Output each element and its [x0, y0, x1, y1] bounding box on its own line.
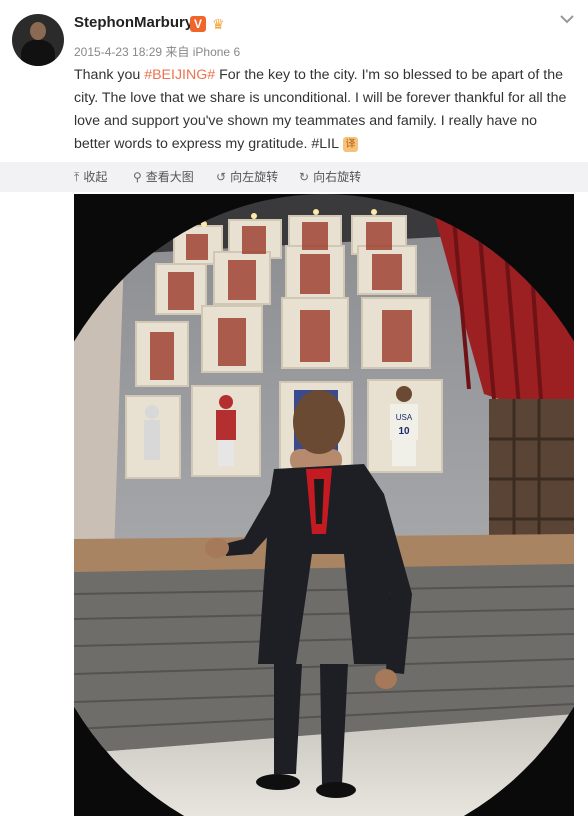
rotate-left-icon: ↺ [216, 170, 227, 184]
photo-illustration: USA 10 [74, 194, 574, 816]
rotate-right-label: 向右旋转 [313, 170, 362, 184]
collapse-icon: ⤒ [74, 170, 80, 184]
view-large-label: 查看大图 [145, 170, 194, 184]
collapse-button[interactable]: ⤒ 收起 [74, 162, 107, 192]
rotate-left-label: 向左旋转 [230, 170, 279, 184]
avatar-body [21, 40, 55, 66]
image-toolbar: ⤒ 收起 ⚲ 查看大图 ↺ 向左旋转 ↻ 向右旋转 [0, 162, 588, 192]
post-header: StephonMarbury V ♛ 2015-4-23 18:29 来自 iP… [0, 0, 588, 160]
post-text-part1: Thank you [74, 67, 145, 83]
rotate-right-icon: ↻ [299, 170, 310, 184]
crown-icon: ♛ [212, 16, 225, 32]
chevron-down-icon[interactable] [558, 10, 576, 28]
view-large-button[interactable]: ⚲ 查看大图 [133, 162, 194, 192]
post-photo[interactable]: USA 10 [74, 194, 574, 816]
jersey-number-text: 10 [398, 426, 410, 437]
verified-badge-icon: V [190, 16, 206, 32]
avatar-head [30, 22, 46, 40]
collapse-label: 收起 [83, 170, 108, 184]
post-meta: 2015-4-23 18:29 来自 iPhone 6 [74, 45, 241, 59]
avatar[interactable] [12, 14, 64, 66]
hashtag-link[interactable]: #BEIJING# [144, 67, 215, 83]
username[interactable]: StephonMarbury [74, 14, 193, 31]
search-icon: ⚲ [133, 170, 142, 184]
rotate-left-button[interactable]: ↺ 向左旋转 [216, 162, 278, 192]
post-text: Thank you #BEIJING# For the key to the c… [74, 64, 574, 156]
rotate-right-button[interactable]: ↻ 向右旋转 [299, 162, 361, 192]
translate-icon[interactable]: 译 [342, 136, 358, 152]
jersey-usa-text: USA [396, 413, 413, 422]
